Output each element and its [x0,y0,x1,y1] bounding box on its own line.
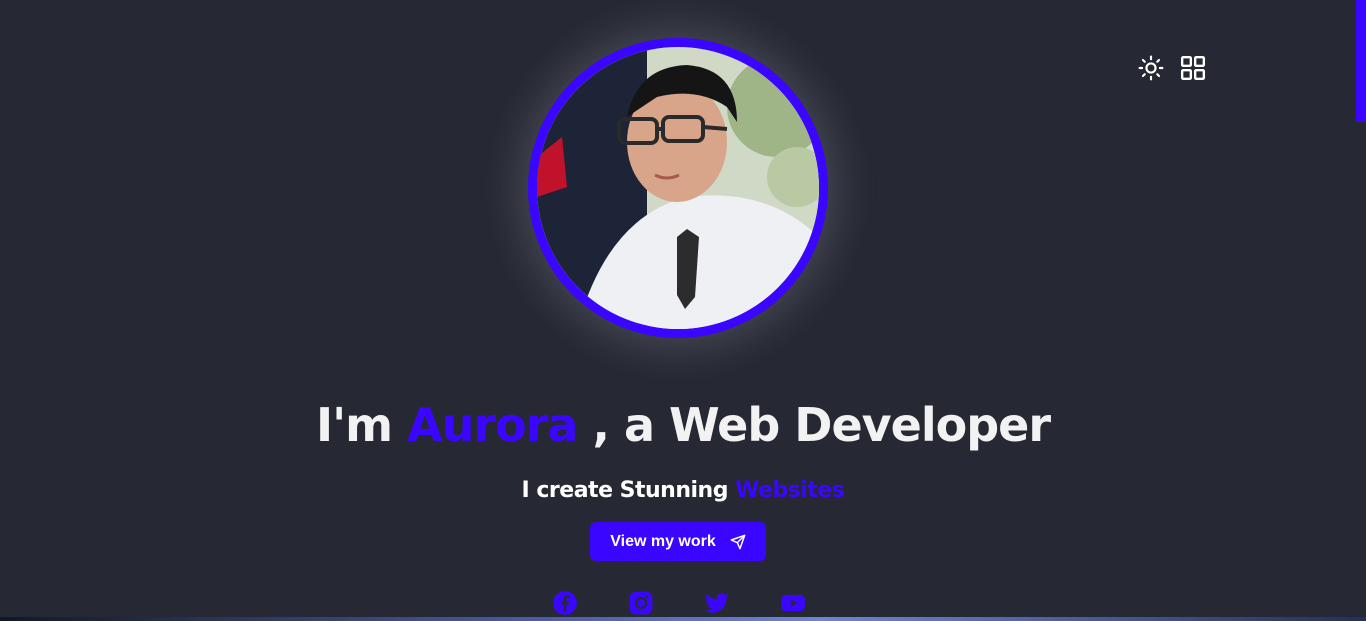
avatar-glow [528,38,828,338]
avatar [528,38,828,338]
youtube-link[interactable] [780,590,806,616]
avatar-photo [537,47,819,329]
view-work-button[interactable]: View my work [590,522,766,561]
grid-icon [1180,55,1206,81]
twitter-link[interactable] [704,590,730,616]
scroll-progress-bar [1356,0,1366,122]
social-links [552,590,806,616]
youtube-icon [781,594,805,612]
hero-headline: I'm Aurora , a Web Developer [0,398,1366,452]
next-section-edge [0,617,1366,621]
theme-toggle-button[interactable] [1137,54,1165,82]
hero-subline: I create Stunning Websites [0,478,1366,503]
page: I'm Aurora , a Web Developer I create St… [0,0,1366,621]
subline-prefix: I create Stunning [521,478,729,503]
facebook-icon [553,591,577,615]
headline-name: Aurora [407,398,578,452]
view-work-label: View my work [610,532,716,550]
instagram-icon [629,591,653,615]
twitter-icon [705,593,729,613]
send-icon [730,534,746,549]
header-icons [1137,54,1207,82]
menu-button[interactable] [1179,54,1207,82]
subline-accent: Websites [735,478,845,503]
headline-prefix: I'm [315,398,393,452]
sun-icon [1138,55,1164,81]
facebook-link[interactable] [552,590,578,616]
instagram-link[interactable] [628,590,654,616]
headline-suffix: , a Web Developer [592,398,1052,452]
